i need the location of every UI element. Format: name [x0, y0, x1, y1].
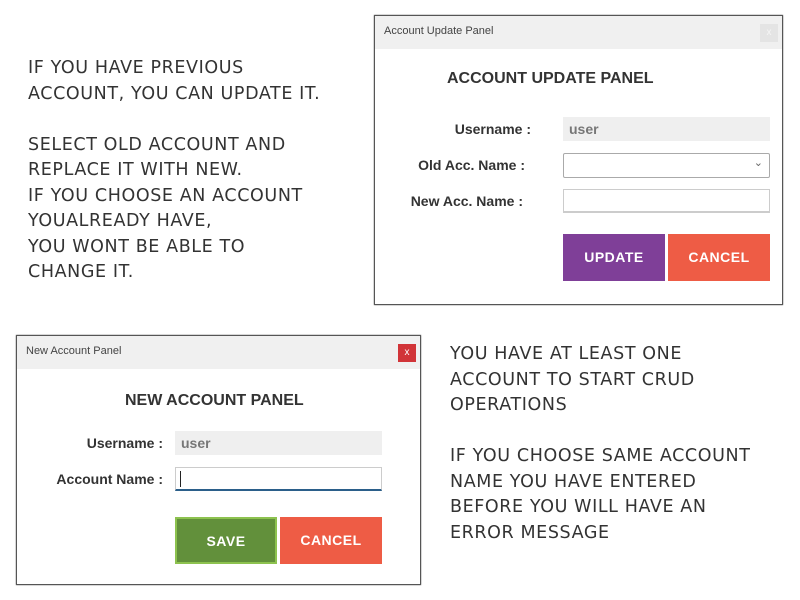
update-username-field: user	[563, 117, 770, 141]
update-cancel-button[interactable]: CANCEL	[668, 234, 770, 281]
new-window-titlebar[interactable]: New Account Panel x	[17, 336, 420, 369]
close-icon: x	[766, 27, 772, 38]
new-panel-heading: NEW ACCOUNT PANEL	[125, 392, 304, 409]
update-window-titlebar[interactable]: Account Update Panel x	[375, 16, 782, 49]
new-account-window: New Account Panel x NEW ACCOUNT PANEL Us…	[16, 335, 421, 585]
new-account-name-label: New Acc. Name :	[410, 193, 523, 209]
new-account-name-input[interactable]	[563, 189, 770, 213]
new-account-instructions: YOU HAVE AT LEAST ONE ACCOUNT TO START C…	[450, 344, 751, 543]
update-username-label: Username :	[454, 121, 531, 137]
chevron-down-icon: ⌄	[753, 157, 763, 169]
account-update-window: Account Update Panel x ACCOUNT UPDATE PA…	[374, 15, 783, 305]
text-caret	[180, 471, 181, 487]
update-instructions: IF YOU HAVE PREVIOUS ACCOUNT, YOU CAN UP…	[28, 58, 321, 282]
old-account-name-select[interactable]: ⌄	[563, 153, 770, 178]
update-window-close-button[interactable]: x	[760, 24, 778, 42]
account-name-input[interactable]	[175, 467, 382, 491]
new-cancel-button[interactable]: CANCEL	[280, 517, 382, 564]
new-window-title: New Account Panel	[26, 345, 122, 357]
save-button[interactable]: SAVE	[175, 517, 277, 564]
new-username-field: user	[175, 431, 382, 455]
old-account-name-label: Old Acc. Name :	[418, 157, 525, 173]
update-button[interactable]: UPDATE	[563, 234, 665, 281]
new-window-close-button[interactable]: x	[398, 344, 416, 362]
new-username-label: Username :	[86, 435, 163, 451]
update-window-title: Account Update Panel	[384, 25, 494, 37]
account-name-label: Account Name :	[56, 471, 163, 487]
update-panel-heading: ACCOUNT UPDATE PANEL	[447, 70, 654, 87]
close-icon: x	[404, 347, 410, 358]
